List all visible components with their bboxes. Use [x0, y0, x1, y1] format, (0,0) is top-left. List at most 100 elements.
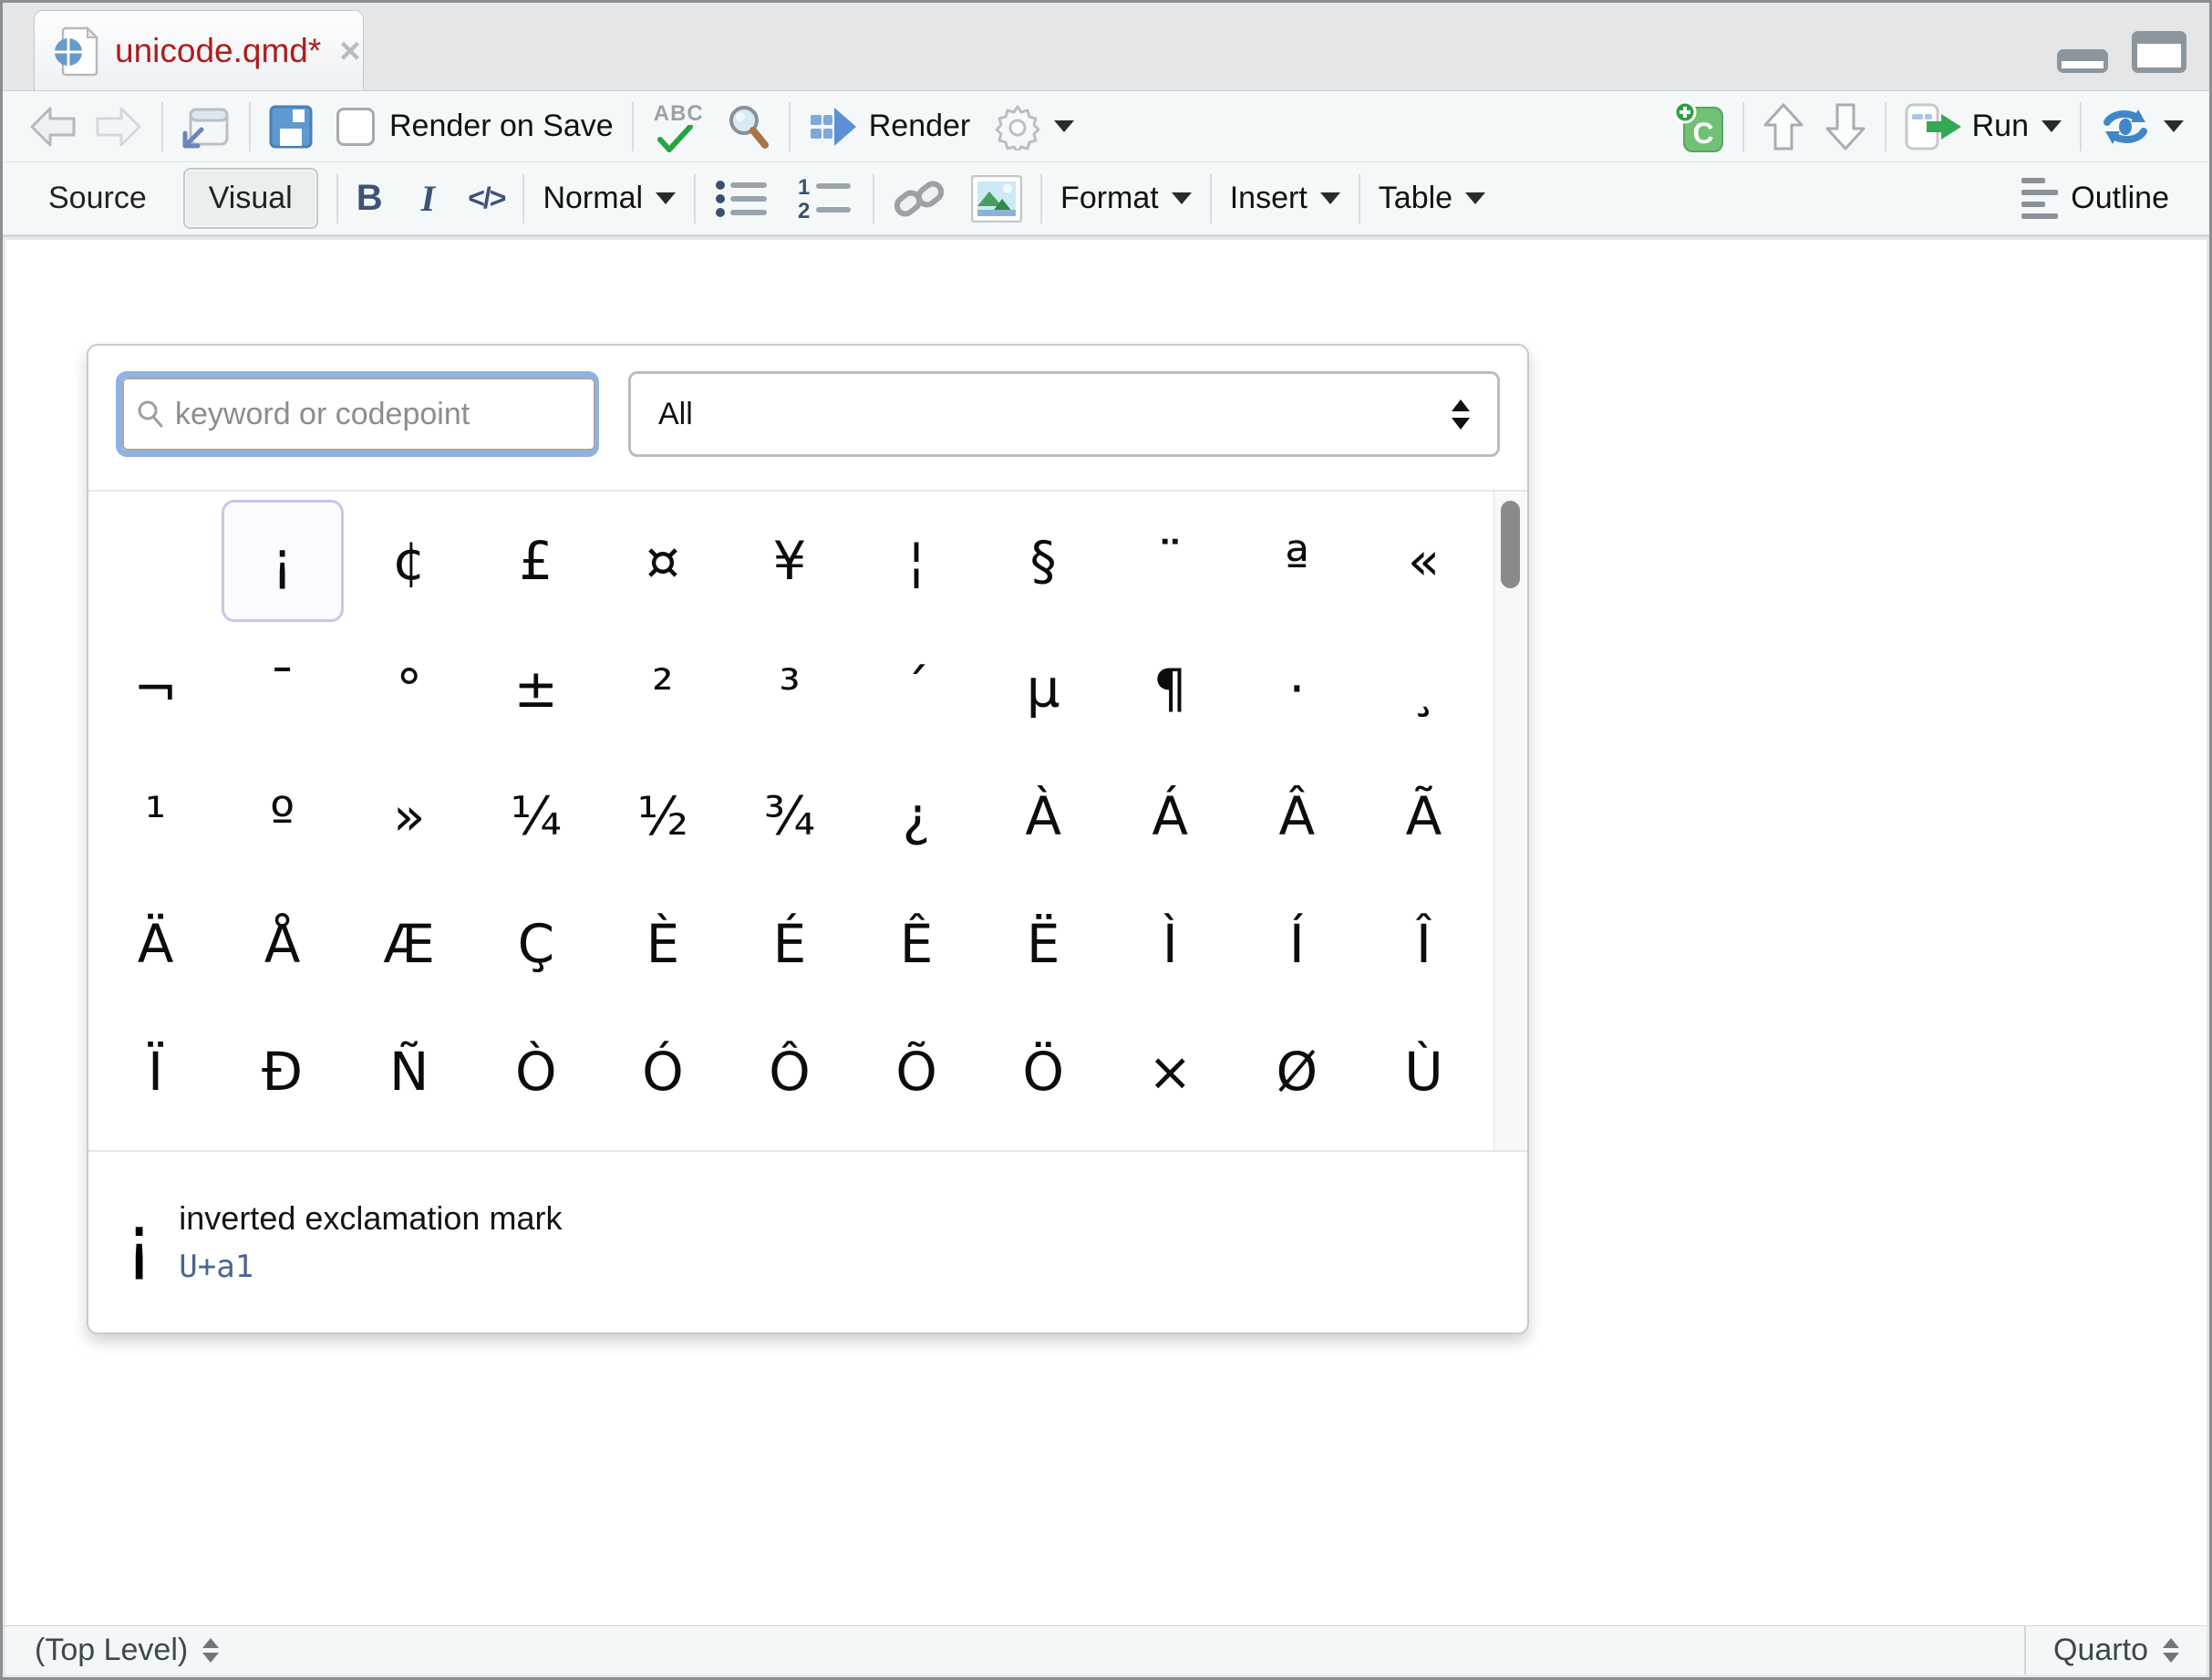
unicode-grid-cell[interactable]: Õ	[855, 1011, 977, 1133]
unicode-grid-cell[interactable]: Å	[222, 883, 344, 1005]
unicode-grid-cell[interactable]: É	[729, 883, 851, 1005]
unicode-grid-cell[interactable]: Ø	[1235, 1011, 1358, 1133]
unicode-grid-cell[interactable]	[95, 500, 217, 622]
unicode-grid-cell[interactable]: Ë	[982, 883, 1104, 1005]
render-on-save-checkbox[interactable]	[336, 108, 375, 146]
editor-tab-unicode[interactable]: unicode.qmd* ×	[34, 10, 364, 90]
unicode-grid-cell[interactable]: ¢	[348, 500, 470, 622]
bold-button[interactable]: B	[357, 178, 383, 219]
unicode-grid-cell[interactable]: Ô	[729, 1011, 851, 1133]
unicode-grid-cell[interactable]: §	[982, 500, 1104, 622]
unicode-grid-cell[interactable]: ¬	[95, 627, 217, 750]
unicode-grid-cell[interactable]: °	[348, 627, 470, 750]
unicode-grid-cell[interactable]: Ì	[1109, 883, 1231, 1005]
unicode-grid-cell[interactable]: Í	[1235, 883, 1358, 1005]
unicode-grid-cell[interactable]: Ó	[602, 1011, 724, 1133]
editor-canvas[interactable]: All ¡¢£¤¥¦§¨ª« ¬¯°±²³´µ¶·¸ ¹º»¼½¾¿ÀÁÂÃ ÄÅÆÇ…	[5, 240, 2207, 1626]
unicode-grid-cell[interactable]: ¡	[222, 500, 344, 622]
unicode-grid-cell[interactable]: Á	[1109, 755, 1231, 877]
unicode-grid-cell[interactable]: ×	[1109, 1011, 1231, 1133]
rerun-button[interactable]	[2100, 106, 2184, 148]
svg-text:1: 1	[798, 176, 810, 200]
unicode-grid-cell[interactable]: Ñ	[348, 1011, 470, 1133]
unicode-grid-cell[interactable]: Ê	[855, 883, 977, 1005]
forward-button[interactable]	[92, 106, 143, 148]
table-menu[interactable]: Table	[1379, 181, 1485, 216]
unicode-grid-cell[interactable]: µ	[982, 627, 1104, 750]
insert-link-button[interactable]	[893, 175, 946, 223]
format-menu[interactable]: Format	[1060, 181, 1192, 216]
document-format-selector[interactable]: Quarto	[2024, 1626, 2207, 1675]
unicode-grid-cell[interactable]: ³	[729, 627, 851, 750]
symbol-filter-select[interactable]: All	[628, 371, 1500, 457]
unicode-grid-cell[interactable]: Ï	[95, 1011, 217, 1133]
unicode-grid-cell[interactable]: Ä	[95, 883, 217, 1005]
insert-menu[interactable]: Insert	[1230, 181, 1340, 216]
open-in-new-window-button[interactable]	[181, 104, 231, 150]
code-button[interactable]: </>	[468, 181, 504, 215]
insert-image-button[interactable]	[971, 175, 1022, 223]
unicode-grid-cell[interactable]: Â	[1235, 755, 1358, 877]
insert-menu-label: Insert	[1230, 181, 1308, 216]
unicode-grid-cell[interactable]: Ã	[1362, 755, 1484, 877]
unicode-grid-cell[interactable]: Ò	[475, 1011, 597, 1133]
insert-chunk-button[interactable]: C	[1673, 100, 1724, 153]
scope-selector[interactable]: (Top Level)	[5, 1633, 2024, 1668]
grid-scrollbar[interactable]	[1494, 492, 1527, 1150]
unicode-grid-cell[interactable]: ¾	[729, 755, 851, 877]
minimize-pane-icon[interactable]	[2056, 48, 2109, 74]
grid-scrollbar-thumb[interactable]	[1501, 501, 1520, 588]
unicode-grid-cell[interactable]: Ù	[1362, 1011, 1484, 1133]
unicode-grid-cell[interactable]: Ö	[982, 1011, 1104, 1133]
find-replace-button[interactable]	[725, 103, 770, 150]
unicode-grid-cell[interactable]: ²	[602, 627, 724, 750]
run-button[interactable]: Run	[1905, 103, 2062, 150]
unicode-grid-cell[interactable]: ¹	[95, 755, 217, 877]
unicode-grid-cell[interactable]: ¸	[1362, 627, 1484, 750]
unicode-grid-cell[interactable]: ±	[475, 627, 597, 750]
unicode-grid-cell[interactable]: À	[982, 755, 1104, 877]
bullet-list-button[interactable]	[714, 177, 769, 221]
unicode-grid-cell[interactable]: ¤	[602, 500, 724, 622]
unicode-grid-cell[interactable]: ª	[1235, 500, 1358, 622]
unicode-grid-cell[interactable]: ½	[602, 755, 724, 877]
symbol-search-input[interactable]	[173, 396, 581, 433]
dropdown-caret	[2164, 120, 2184, 132]
unicode-grid-cell[interactable]: ¼	[475, 755, 597, 877]
unicode-grid-cell[interactable]: º	[222, 755, 344, 877]
visual-mode-button[interactable]: Visual	[183, 168, 318, 229]
render-options-button[interactable]	[994, 103, 1074, 150]
back-button[interactable]	[28, 106, 79, 148]
italic-button[interactable]: I	[421, 177, 436, 220]
unicode-grid-cell[interactable]: ¥	[729, 500, 851, 622]
unicode-grid-cell[interactable]: «	[1362, 500, 1484, 622]
unicode-grid-cell[interactable]: Ç	[475, 883, 597, 1005]
numbered-list-button[interactable]: 1 2	[796, 176, 854, 222]
separator	[873, 174, 874, 223]
tab-close-icon[interactable]: ×	[339, 33, 360, 69]
unicode-grid-cell[interactable]: ¦	[855, 500, 977, 622]
unicode-grid-cell[interactable]: ¯	[222, 627, 344, 750]
paragraph-style-dropdown[interactable]: Normal	[543, 181, 676, 216]
unicode-grid-cell[interactable]: È	[602, 883, 724, 1005]
maximize-pane-icon[interactable]	[2131, 30, 2187, 74]
unicode-grid-cell[interactable]: Æ	[348, 883, 470, 1005]
spellcheck-button[interactable]: ABC	[652, 101, 708, 152]
render-button[interactable]: Render	[809, 106, 971, 148]
unicode-grid-cell[interactable]: Ð	[222, 1011, 344, 1133]
outline-toggle-button[interactable]: Outline	[2021, 178, 2169, 219]
unicode-grid-cell[interactable]: ¿	[855, 755, 977, 877]
scope-updown-icon	[202, 1638, 219, 1663]
unicode-grid-cell[interactable]: ¶	[1109, 627, 1231, 750]
unicode-grid-cell[interactable]: ´	[855, 627, 977, 750]
unicode-grid-cell[interactable]: £	[475, 500, 597, 622]
jump-next-button[interactable]	[1824, 102, 1866, 151]
unicode-grid-cell[interactable]: Î	[1362, 883, 1484, 1005]
unicode-grid-cell[interactable]: ¨	[1109, 500, 1231, 622]
dropdown-caret	[1320, 192, 1340, 204]
save-button[interactable]	[269, 105, 313, 149]
jump-previous-button[interactable]	[1762, 102, 1804, 151]
source-mode-button[interactable]: Source	[28, 170, 167, 227]
unicode-grid-cell[interactable]: ·	[1235, 627, 1358, 750]
unicode-grid-cell[interactable]: »	[348, 755, 470, 877]
